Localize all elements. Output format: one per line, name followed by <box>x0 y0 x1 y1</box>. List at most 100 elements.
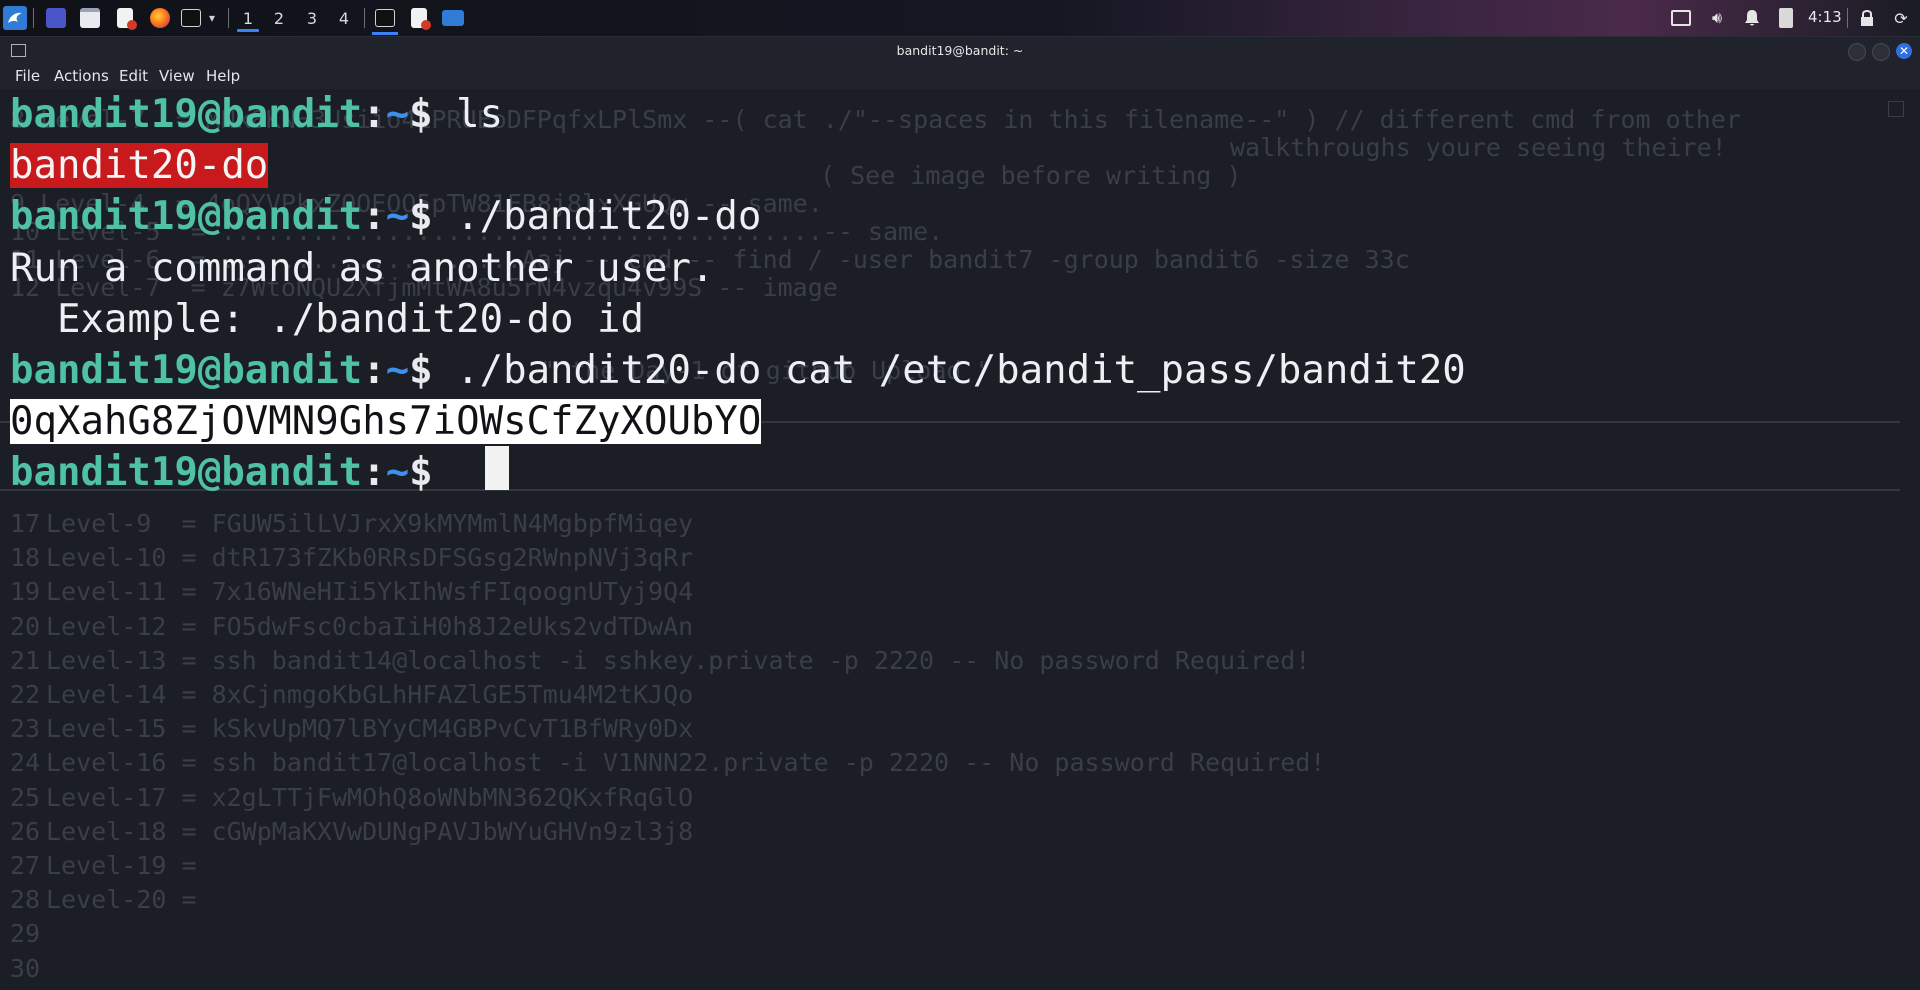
show-desktop-button[interactable] <box>44 5 68 31</box>
folder-icon <box>80 8 100 28</box>
taskbar-editor-window[interactable] <box>407 5 431 31</box>
ghost-line-number: 19 <box>9 577 40 607</box>
workspace-2[interactable]: 2 <box>266 4 292 32</box>
close-icon: ✕ <box>1898 44 1910 58</box>
app-window-icon <box>442 10 464 26</box>
notifications-tray-button[interactable] <box>1741 5 1763 31</box>
ghost-line-number: 27 <box>9 851 40 880</box>
prompt-symbol: $ <box>409 92 433 137</box>
file-manager-button[interactable] <box>78 5 102 31</box>
volume-tray-button[interactable]: 🔊︎ <box>1706 5 1728 31</box>
ghost-text-line: Level-16 = ssh bandit17@localhost -i V1N… <box>46 748 1326 778</box>
prompt-line: bandit19@bandit:~$ ./bandit20-do cat /et… <box>10 345 1466 396</box>
panel-separator <box>228 8 229 28</box>
ghost-line-number: 20 <box>9 611 40 641</box>
prompt-path: ~ <box>385 348 410 393</box>
ghost-text-line: Level-17 = x2gLTTjFwMOhQ8oWNbMN362QKxfRq… <box>46 782 694 812</box>
file-listing: bandit20-do <box>10 140 269 191</box>
ghost-line-number: 28 <box>9 885 40 915</box>
prompt-colon: : <box>362 92 386 137</box>
battery-icon <box>1779 8 1793 28</box>
desktop-icon <box>46 8 66 28</box>
menu-view[interactable]: View <box>159 65 195 87</box>
minimize-button[interactable] <box>1848 43 1866 61</box>
menu-help[interactable]: Help <box>206 65 240 87</box>
speaker-icon: 🔊︎ <box>1711 8 1723 27</box>
battery-tray-button[interactable] <box>1775 5 1797 31</box>
prompt-user: bandit19@bandit <box>10 92 363 137</box>
ghost-text-line: Level-14 = 8xCjnmgoKbGLhHFAZlGE5Tmu4M2tK… <box>46 680 694 709</box>
ghost-line-number: 30 <box>9 953 40 983</box>
expand-icon <box>1888 101 1904 117</box>
output-text: Example: ./bandit20-do id <box>10 296 644 342</box>
workspace-4[interactable]: 4 <box>331 4 357 32</box>
prompt-line: bandit19@bandit:~$ <box>10 447 456 498</box>
taskbar-terminal-window[interactable] <box>372 4 398 35</box>
command-text: ./bandit20-do <box>432 194 762 240</box>
text-editor-button[interactable] <box>113 5 137 31</box>
text-editor-icon <box>411 8 431 30</box>
window-title: bandit19@bandit: ~ <box>896 43 1024 58</box>
ghost-text-line: walkthroughs youre seeing theire! <box>1230 133 1727 162</box>
top-panel: ▾ 1 2 3 4 🔊︎ 4:13 ⟳ <box>0 0 1920 37</box>
ghost-text-line: Level-19 = <box>46 851 197 880</box>
lock-screen-button[interactable] <box>1856 5 1878 31</box>
panel-separator <box>33 8 34 28</box>
terminal-area[interactable]: 8 Level-7 = MNk8KNH3Usiio41PRUEoDFPqfxLP… <box>0 89 1920 990</box>
prompt-user: bandit19@bandit <box>10 194 363 240</box>
workspace-3[interactable]: 3 <box>299 4 325 32</box>
selected-password: 0qXahG8ZjOVMN9Ghs7iOWsCfZyXOUbYO <box>10 399 762 445</box>
ghost-text-line: Level-18 = cGWpMaKXVwDUNgPAVJbWYuGHVn9zl… <box>46 816 694 846</box>
terminal-icon <box>181 9 201 27</box>
prompt-path: ~ <box>385 194 410 240</box>
ghost-line-number: 17 <box>9 509 40 538</box>
ghost-text-line: Level-12 = FO5dwFsc0cbaIiH0h8J2eUks2vdTD… <box>46 611 694 641</box>
power-button[interactable]: ⟳ <box>1890 5 1912 31</box>
panel-separator <box>364 8 365 28</box>
display-tray-button[interactable] <box>1670 5 1692 31</box>
prompt-symbol: $ <box>409 348 433 393</box>
ghost-line-number: 24 <box>9 748 40 778</box>
firefox-icon <box>150 8 170 28</box>
menu-actions[interactable]: Actions <box>54 65 109 87</box>
ghost-text-line: Level-13 = ssh bandit14@localhost -i ssh… <box>46 645 1311 675</box>
ghost-line-number: 21 <box>9 645 40 675</box>
output-text: Run a command as another user. <box>10 245 715 291</box>
menubar: File Actions Edit View Help <box>0 65 1920 89</box>
ghost-text-line: ( See image before writing ) <box>820 161 1242 190</box>
prompt-colon: : <box>362 348 386 393</box>
menu-edit[interactable]: Edit <box>119 65 148 87</box>
workspace-1[interactable]: 1 <box>235 4 261 32</box>
prompt-line: bandit19@bandit:~$ ./bandit20-do <box>10 191 761 242</box>
prompt-colon: : <box>362 450 386 496</box>
password-output: 0qXahG8ZjOVMN9Ghs7iOWsCfZyXOUbYO <box>10 396 762 447</box>
maximize-button[interactable] <box>1872 43 1890 61</box>
window-titlebar[interactable]: bandit19@bandit: ~ ✕ <box>0 37 1920 65</box>
power-icon: ⟳ <box>1894 8 1908 28</box>
firefox-button[interactable] <box>148 5 172 31</box>
terminal-launcher-button[interactable] <box>180 5 202 31</box>
ghost-line-number: 23 <box>9 714 40 744</box>
menu-file[interactable]: File <box>15 65 40 87</box>
taskbar-app-window[interactable] <box>441 5 465 31</box>
ghost-line-number: 18 <box>9 543 40 573</box>
kali-menu-button[interactable] <box>2 5 28 31</box>
output-line: Run a command as another user. <box>10 243 714 294</box>
executable-file: bandit20-do <box>10 143 269 189</box>
text-editor-icon <box>117 8 137 30</box>
chevron-down-icon[interactable]: ▾ <box>205 5 219 31</box>
prompt-symbol: $ <box>409 450 433 496</box>
ghost-line-number: 26 <box>9 816 40 846</box>
close-button[interactable]: ✕ <box>1896 43 1912 59</box>
prompt-path: ~ <box>385 450 410 496</box>
command-text: ./bandit20-do cat /etc/bandit_pass/bandi… <box>432 348 1466 393</box>
ghost-text-line: Level-20 = <box>46 885 197 915</box>
ghost-text-line: Level-10 = dtR173fZKb0RRsDFSGsg2RWnpNVj3… <box>46 543 694 573</box>
ghost-line-number: 25 <box>9 782 40 812</box>
clock[interactable]: 4:13 <box>1808 0 1842 36</box>
terminal-cursor <box>485 446 509 490</box>
prompt-path: ~ <box>385 92 410 137</box>
bell-icon <box>1745 10 1759 26</box>
ghost-line-number: 29 <box>9 919 40 949</box>
ghost-line-number: 22 <box>9 680 40 709</box>
